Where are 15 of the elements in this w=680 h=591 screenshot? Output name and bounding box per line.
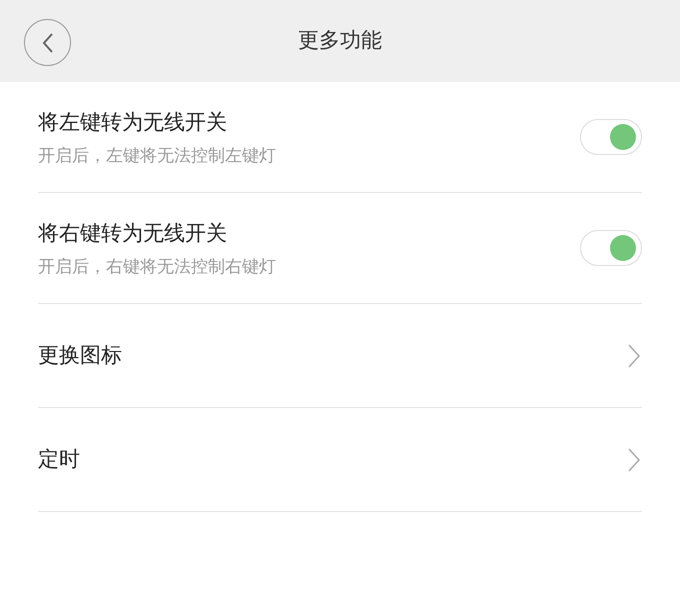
chevron-right-icon <box>628 448 640 472</box>
back-button[interactable] <box>24 19 71 66</box>
setting-description: 开启后，右键将无法控制右键灯 <box>38 256 276 279</box>
toggle-switch[interactable] <box>580 119 642 155</box>
menu-row-label: 定时 <box>38 446 80 473</box>
setting-title: 将左键转为无线开关 <box>38 108 228 136</box>
setting-description: 开启后，左键将无法控制左键灯 <box>38 145 276 168</box>
menu-row[interactable]: 定时 <box>38 408 642 512</box>
toggle-switch[interactable] <box>580 230 642 266</box>
back-icon <box>42 32 54 52</box>
menu-row-label: 更换图标 <box>38 342 122 369</box>
page-title: 更多功能 <box>298 27 382 54</box>
menu-row[interactable]: 更换图标 <box>38 304 642 408</box>
setting-title: 将右键转为无线开关 <box>38 220 228 246</box>
chevron-right-icon <box>628 344 640 368</box>
